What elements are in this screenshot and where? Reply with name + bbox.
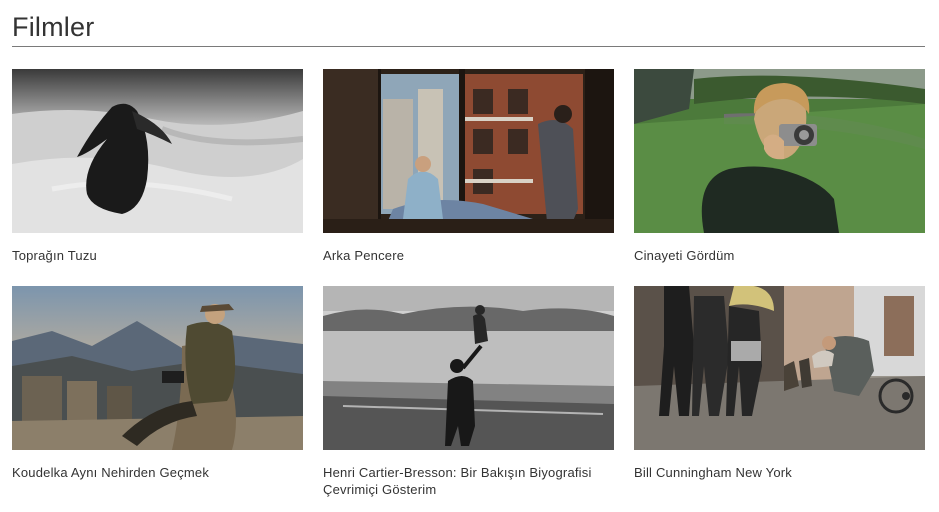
film-title[interactable]: Toprağın Tuzu — [12, 247, 303, 264]
film-title[interactable]: Koudelka Aynı Nehirden Geçmek — [12, 464, 303, 481]
film-thumbnail-image — [634, 286, 925, 450]
film-thumbnail-image — [12, 69, 303, 233]
film-title[interactable]: Bill Cunningham New York — [634, 464, 925, 481]
film-thumbnail[interactable] — [323, 286, 614, 450]
film-thumbnail-image — [634, 69, 925, 233]
film-title[interactable]: Cinayeti Gördüm — [634, 247, 925, 264]
film-thumbnail-image — [323, 69, 614, 233]
film-title[interactable]: Henri Cartier-Bresson: Bir Bakışın Biyog… — [323, 464, 614, 498]
film-thumbnail[interactable] — [12, 69, 303, 233]
film-thumbnail-image — [12, 286, 303, 450]
film-thumbnail[interactable] — [12, 286, 303, 450]
page-title: Filmler — [12, 12, 95, 42]
film-thumbnail[interactable] — [323, 69, 614, 233]
film-title[interactable]: Arka Pencere — [323, 247, 614, 264]
page-header: Filmler — [12, 8, 925, 47]
film-thumbnail-image — [323, 286, 614, 450]
film-thumbnail[interactable] — [634, 286, 925, 450]
film-thumbnail[interactable] — [634, 69, 925, 233]
